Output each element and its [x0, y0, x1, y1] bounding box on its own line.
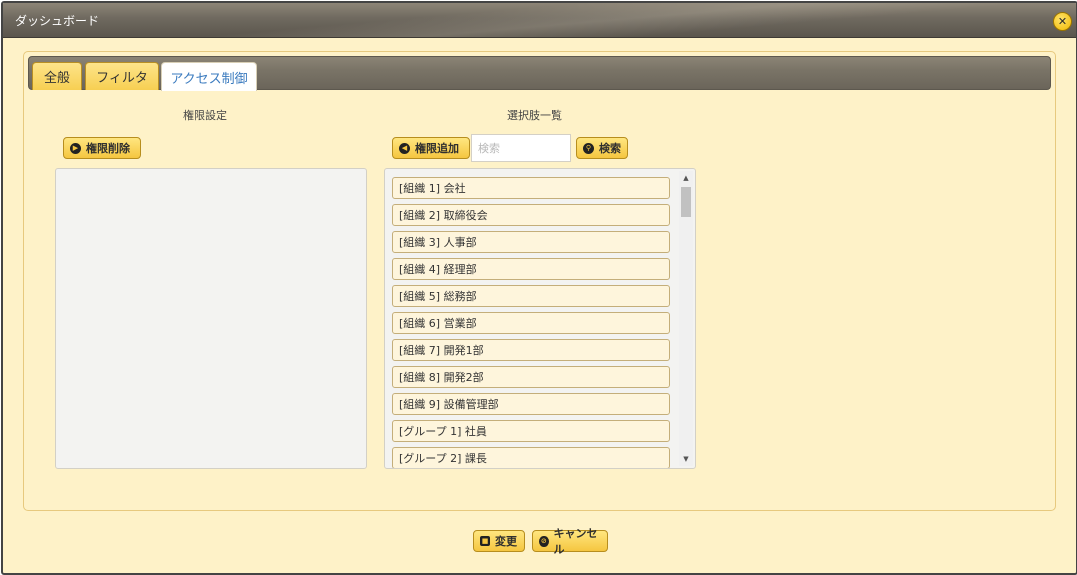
- dialog-window: ダッシュボード ✕ 全般 フィルタ アクセス制御 権限設定 選択肢一覧 ▶ 権限…: [1, 1, 1077, 575]
- choice-item[interactable]: [組織 8] 開発2部: [392, 366, 670, 388]
- add-permission-label: 権限追加: [415, 142, 459, 155]
- permission-list[interactable]: [55, 168, 367, 469]
- tab-bar: 全般 フィルタ アクセス制御: [28, 56, 1051, 91]
- permissions-heading: 権限設定: [183, 109, 227, 122]
- tab-filter[interactable]: フィルタ: [85, 62, 159, 90]
- choice-item[interactable]: [グループ 2] 課長: [392, 447, 670, 468]
- close-icon[interactable]: ✕: [1053, 12, 1072, 31]
- choice-item[interactable]: [組織 7] 開発1部: [392, 339, 670, 361]
- remove-arrow-icon: ▶: [70, 142, 81, 154]
- scroll-thumb[interactable]: [681, 187, 691, 217]
- cancel-button[interactable]: ⊘ キャンセル: [532, 527, 608, 556]
- magnifier-icon: ⚲: [583, 142, 594, 154]
- choice-item[interactable]: [グループ 1] 社員: [392, 420, 670, 442]
- search-input[interactable]: [471, 134, 571, 162]
- choice-item[interactable]: [組織 5] 総務部: [392, 285, 670, 307]
- cancel-button-label: キャンセル: [553, 527, 598, 556]
- search-button[interactable]: ⚲ 検索: [576, 137, 628, 159]
- remove-permission-button[interactable]: ▶ 権限削除: [63, 137, 141, 159]
- save-button[interactable]: ■ 変更: [473, 530, 525, 552]
- save-icon: ■: [480, 536, 490, 546]
- choice-items: [組織 1] 会社 [組織 2] 取締役会 [組織 3] 人事部 [組織 4] 経理部…: [392, 177, 670, 468]
- cancel-icon: ⊘: [539, 535, 549, 547]
- choice-item[interactable]: [組織 9] 設備管理部: [392, 393, 670, 415]
- title-bar[interactable]: ダッシュボード ✕: [3, 3, 1076, 38]
- tab-general[interactable]: 全般: [32, 62, 82, 90]
- choice-item[interactable]: [組織 1] 会社: [392, 177, 670, 199]
- choices-heading: 選択肢一覧: [507, 109, 562, 122]
- search-button-label: 検索: [599, 142, 621, 155]
- scrollbar[interactable]: ▲ ▼: [679, 171, 693, 466]
- tab-access-control[interactable]: アクセス制御: [161, 62, 257, 91]
- scroll-up-icon[interactable]: ▲: [679, 171, 693, 185]
- choice-item[interactable]: [組織 3] 人事部: [392, 231, 670, 253]
- choice-list[interactable]: [組織 1] 会社 [組織 2] 取締役会 [組織 3] 人事部 [組織 4] 経理部…: [384, 168, 696, 469]
- choice-item[interactable]: [組織 2] 取締役会: [392, 204, 670, 226]
- choice-item[interactable]: [組織 4] 経理部: [392, 258, 670, 280]
- window-title: ダッシュボード: [15, 14, 100, 28]
- add-arrow-icon: ◀: [399, 142, 410, 154]
- add-permission-button[interactable]: ◀ 権限追加: [392, 137, 470, 159]
- save-button-label: 変更: [495, 535, 517, 548]
- choice-item[interactable]: [組織 6] 営業部: [392, 312, 670, 334]
- scroll-down-icon[interactable]: ▼: [679, 452, 693, 466]
- remove-permission-label: 権限削除: [86, 142, 130, 155]
